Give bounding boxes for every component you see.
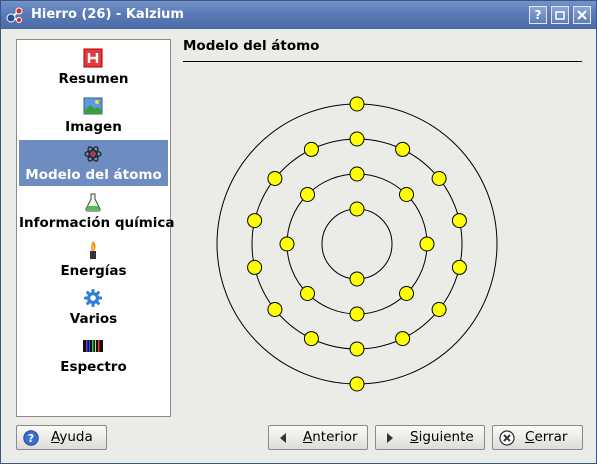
next-button-label: Siguiente <box>410 429 474 445</box>
atom-model <box>216 96 498 392</box>
close-button[interactable]: Cerrar <box>492 425 583 450</box>
sidebar-item-label: Información química <box>19 215 175 231</box>
sidebar-item-energias[interactable]: Energías <box>19 236 168 282</box>
arrow-right-icon <box>387 433 393 443</box>
electron <box>419 236 435 252</box>
title-bar[interactable]: Hierro (26) - Kalzium ? <box>1 1 596 29</box>
electron <box>349 271 365 287</box>
kalzium-window: Hierro (26) - Kalzium ? Resumen Imagen M… <box>0 0 597 464</box>
sidebar-item-varios[interactable]: Varios <box>19 284 168 330</box>
spectrum-icon <box>83 340 103 352</box>
electron <box>349 306 365 322</box>
electron <box>349 376 365 392</box>
atom-icon <box>84 146 102 162</box>
help-button[interactable]: ? Ayuda <box>16 425 107 450</box>
electron <box>349 96 365 112</box>
page-title: Modelo del átomo <box>183 38 320 54</box>
close-button-label: Cerrar <box>525 429 568 445</box>
electron <box>349 201 365 217</box>
electron <box>300 286 315 301</box>
close-icon <box>577 10 587 20</box>
help-icon: ? <box>23 430 39 446</box>
flask-icon <box>85 193 101 212</box>
window-title: Hierro (26) - Kalzium <box>31 7 184 22</box>
electron <box>303 331 319 347</box>
electron <box>431 302 447 317</box>
sidebar-item-label: Modelo del átomo <box>25 167 162 183</box>
electron <box>267 302 283 317</box>
electron <box>247 213 263 229</box>
electron <box>267 171 283 186</box>
heading-divider <box>183 61 582 62</box>
sidebar-item-label: Varios <box>69 311 118 327</box>
sidebar-item-resumen[interactable]: Resumen <box>19 44 168 90</box>
electron <box>399 286 414 301</box>
electron <box>395 141 411 157</box>
sidebar-item-imagen[interactable]: Imagen <box>19 92 168 138</box>
image-icon <box>83 97 103 115</box>
sidebar-item-modelo-del-atomo[interactable]: Modelo del átomo <box>19 140 168 186</box>
cancel-icon <box>499 430 515 446</box>
electron <box>395 331 411 347</box>
sidebar-item-label: Resumen <box>58 71 129 87</box>
electron <box>451 259 467 275</box>
previous-button-label: Anterior <box>303 429 358 445</box>
next-button[interactable]: Siguiente <box>375 425 485 450</box>
electron <box>349 341 365 357</box>
gear-icon <box>84 289 102 307</box>
sidebar-item-informacion-quimica[interactable]: Información química <box>19 188 175 234</box>
arrow-left-icon <box>280 433 286 443</box>
electron <box>349 166 365 182</box>
electron-shell <box>321 208 393 280</box>
electron <box>349 131 365 147</box>
electron <box>451 213 467 229</box>
electron <box>247 259 263 275</box>
minimize-button[interactable] <box>551 6 569 24</box>
sidebar-item-label: Espectro <box>60 359 127 375</box>
close-window-button[interactable] <box>573 6 591 24</box>
kalzium-app-icon <box>6 7 23 23</box>
electron <box>300 187 315 202</box>
electron <box>303 141 319 157</box>
summary-h-icon <box>83 48 103 68</box>
help-window-button[interactable]: ? <box>529 6 547 24</box>
minimize-icon <box>555 11 565 20</box>
electron <box>431 171 447 186</box>
previous-button[interactable]: Anterior <box>268 425 368 450</box>
help-button-label: Ayuda <box>51 429 93 445</box>
sidebar-item-label: Energías <box>60 263 127 279</box>
sidebar-item-label: Imagen <box>65 119 122 135</box>
electron <box>279 236 295 252</box>
electron <box>399 187 414 202</box>
flame-icon <box>90 241 96 259</box>
sidebar: Resumen Imagen Modelo del átomo Informac… <box>16 39 175 417</box>
svg-text:?: ? <box>28 432 34 445</box>
sidebar-item-espectro[interactable]: Espectro <box>19 332 168 378</box>
